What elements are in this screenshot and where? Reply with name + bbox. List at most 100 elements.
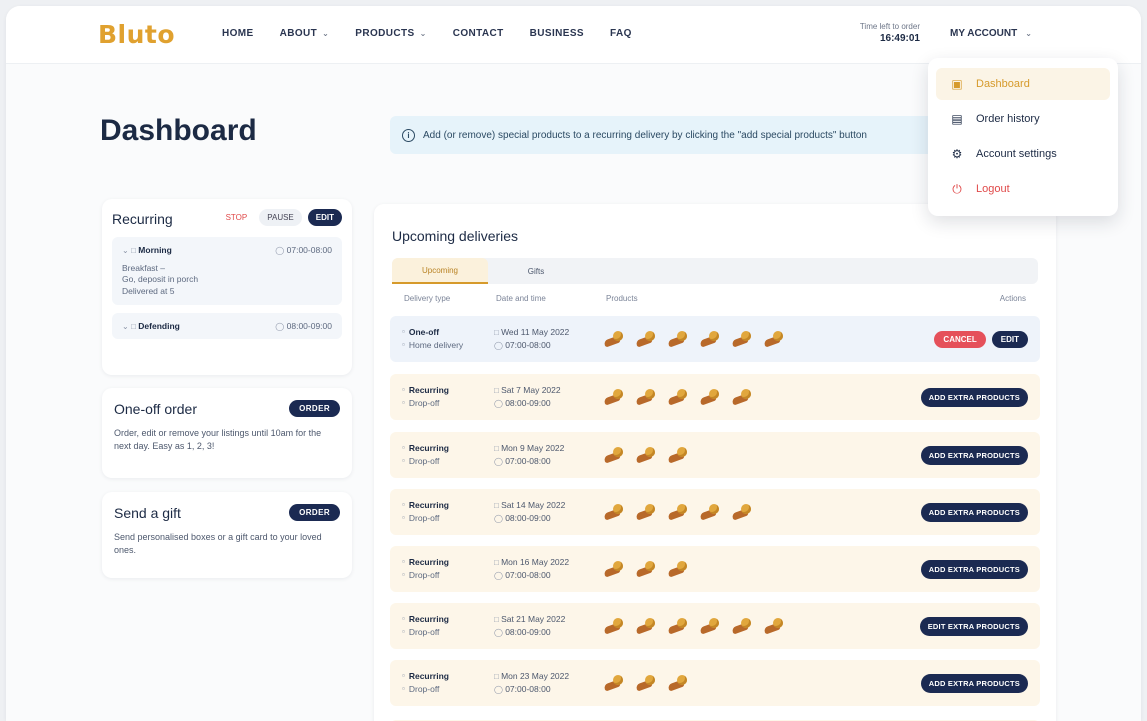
table-header: Delivery type Date and time Products Act… (392, 294, 1038, 303)
bread-product-icon[interactable] (635, 674, 658, 692)
delivery-subtype-label: Drop-off (408, 684, 440, 694)
bread-product-icon[interactable] (603, 674, 626, 692)
dropdown-item-logout[interactable]: ⏻ Logout (936, 173, 1110, 205)
edit-button[interactable]: EDIT (307, 209, 342, 226)
products-cell (603, 617, 920, 635)
table-row: ▫ Recurring ▫ Drop-off □ Mon 23 May 2022 ◯ 07… (390, 660, 1040, 706)
delivery-time: ◯ 08:00-09:00 (494, 626, 604, 639)
bread-product-icon[interactable] (699, 503, 722, 521)
bread-product-icon[interactable] (603, 388, 626, 406)
dropdown-item-account-settings[interactable]: ⚙ Account settings (936, 138, 1110, 170)
clock-icon: ◯ (494, 571, 506, 580)
delivery-type: ▫ Recurring (402, 613, 494, 626)
one-off-order-button[interactable]: ORDER (289, 400, 340, 417)
cancel-button[interactable]: CANCEL (934, 330, 986, 348)
dropdown-item-dashboard[interactable]: ▣ Dashboard (936, 68, 1110, 100)
nav-item-about[interactable]: ABOUT ⌄ (280, 28, 330, 39)
products-cell (603, 446, 921, 464)
add-extra-products-button[interactable]: ADD EXTRA PRODUCTS (920, 387, 1028, 407)
bread-product-icon[interactable] (603, 503, 626, 521)
delivery-date: □ Sat 7 May 2022 (494, 384, 604, 397)
bread-product-icon[interactable] (667, 446, 690, 464)
bread-product-icon[interactable] (635, 560, 658, 578)
table-row: ▫ Recurring ▫ Drop-off □ Sat 7 May 2022 ◯ 08:… (390, 374, 1040, 420)
table-row: ▫ Recurring ▫ Drop-off □ Mon 9 May 2022 ◯ 07:… (390, 432, 1040, 478)
gift-order-button[interactable]: ORDER (289, 504, 340, 521)
bread-product-icon[interactable] (603, 446, 626, 464)
nav-item-label: ABOUT (279, 28, 318, 39)
dropdown-item-order-history[interactable]: ▤ Order history (936, 103, 1110, 135)
power-icon: ⏻ (952, 181, 962, 196)
nav-item-contact[interactable]: CONTACT (453, 28, 504, 39)
bread-product-icon[interactable] (667, 560, 690, 578)
recurring-slot-morning[interactable]: ⌄ □ Morning ◯ 07:00-08:00 Breakfast – Go… (112, 237, 342, 306)
bread-product-icon[interactable] (667, 617, 690, 635)
actions-cell: ADD EXTRA PRODUCTS (920, 559, 1028, 579)
date-time-cell: □ Wed 11 May 2022 ◯ 07:00-08:00 (494, 326, 604, 353)
delivery-date-label: Mon 16 May 2022 (501, 556, 570, 567)
delivery-type-icon: ▫ (402, 614, 405, 624)
chevron-down-icon: ⌄ (1025, 29, 1032, 38)
delivery-time-label: 07:00-08:00 (505, 456, 551, 466)
delivery-date-label: Mon 23 May 2022 (501, 670, 570, 681)
bread-product-icon[interactable] (731, 617, 754, 635)
bread-product-icon[interactable] (667, 388, 690, 406)
gift-description: Send personalised boxes or a gift card t… (114, 532, 322, 556)
bread-product-icon[interactable] (603, 617, 626, 635)
calendar-icon: □ (131, 322, 136, 332)
delivery-time: ◯ 07:00-08:00 (494, 455, 604, 468)
bread-product-icon[interactable] (603, 330, 626, 348)
recurring-slot-second[interactable]: ⌄ □ Defending ◯ 08:00-09:00 (112, 313, 342, 340)
products-cell (603, 560, 921, 578)
add-extra-products-button[interactable]: ADD EXTRA PRODUCTS (920, 559, 1028, 579)
brand-logo[interactable]: Bluto (98, 20, 175, 49)
delivery-time: ◯ 07:00-08:00 (494, 683, 604, 696)
pause-button[interactable]: PAUSE (259, 209, 302, 226)
delivery-type-cell: ▫ Recurring ▫ Drop-off (402, 556, 494, 582)
bread-product-icon[interactable] (635, 503, 658, 521)
table-row: ▫ One-off ▫ Home delivery □ Wed 11 May 2022 ◯… (390, 316, 1040, 362)
bread-product-icon[interactable] (731, 388, 754, 406)
delivery-type: ▫ Recurring (402, 670, 494, 683)
nav-item-products[interactable]: PRODUCTS ⌄ (355, 28, 426, 39)
bread-product-icon[interactable] (603, 560, 626, 578)
bread-product-icon[interactable] (635, 446, 658, 464)
date-time-cell: □ Sat 14 May 2022 ◯ 08:00-09:00 (494, 499, 604, 526)
delivery-subtype-label: Drop-off (408, 513, 440, 523)
bread-product-icon[interactable] (635, 388, 658, 406)
bread-product-icon[interactable] (763, 330, 786, 348)
edit-button[interactable]: EDIT (991, 330, 1028, 348)
calendar-icon: □ (494, 327, 502, 337)
bread-product-icon[interactable] (699, 330, 722, 348)
bread-product-icon[interactable] (699, 617, 722, 635)
bread-product-icon[interactable] (667, 503, 690, 521)
nav-item-business[interactable]: BUSINESS (530, 28, 584, 39)
bread-product-icon[interactable] (667, 330, 690, 348)
add-extra-products-button[interactable]: ADD EXTRA PRODUCTS (920, 445, 1028, 465)
bread-product-icon[interactable] (731, 330, 754, 348)
products-cell (603, 388, 921, 406)
nav-item-home[interactable]: HOME (222, 28, 254, 39)
delivery-subtype: ▫ Home delivery (402, 339, 494, 352)
location-icon: ▫ (402, 340, 405, 350)
nav-item-faq[interactable]: FAQ (610, 28, 632, 39)
stop-button[interactable]: STOP (220, 209, 254, 226)
bread-product-icon[interactable] (699, 388, 722, 406)
edit-extra-products-button[interactable]: EDIT EXTRA PRODUCTS (919, 616, 1028, 636)
delivery-type-cell: ▫ One-off ▫ Home delivery (402, 326, 494, 352)
add-extra-products-button[interactable]: ADD EXTRA PRODUCTS (920, 673, 1028, 693)
bread-product-icon[interactable] (667, 674, 690, 692)
delivery-time-label: 07:00-08:00 (505, 340, 551, 350)
delivery-subtype-label: Home delivery (408, 340, 464, 350)
my-account-menu[interactable]: MY ACCOUNT ⌄ (950, 28, 1032, 39)
bread-product-icon[interactable] (731, 503, 754, 521)
bread-product-icon[interactable] (763, 617, 786, 635)
clock-icon: ◯ (494, 514, 506, 523)
add-extra-products-button[interactable]: ADD EXTRA PRODUCTS (920, 502, 1028, 522)
tab-upcoming[interactable]: Upcoming (392, 258, 488, 284)
bread-product-icon[interactable] (635, 330, 658, 348)
tab-gifts[interactable]: Gifts (488, 258, 584, 284)
bread-product-icon[interactable] (635, 617, 658, 635)
delivery-subtype: ▫ Drop-off (402, 569, 494, 582)
delivery-time-label: 07:00-08:00 (505, 570, 551, 580)
